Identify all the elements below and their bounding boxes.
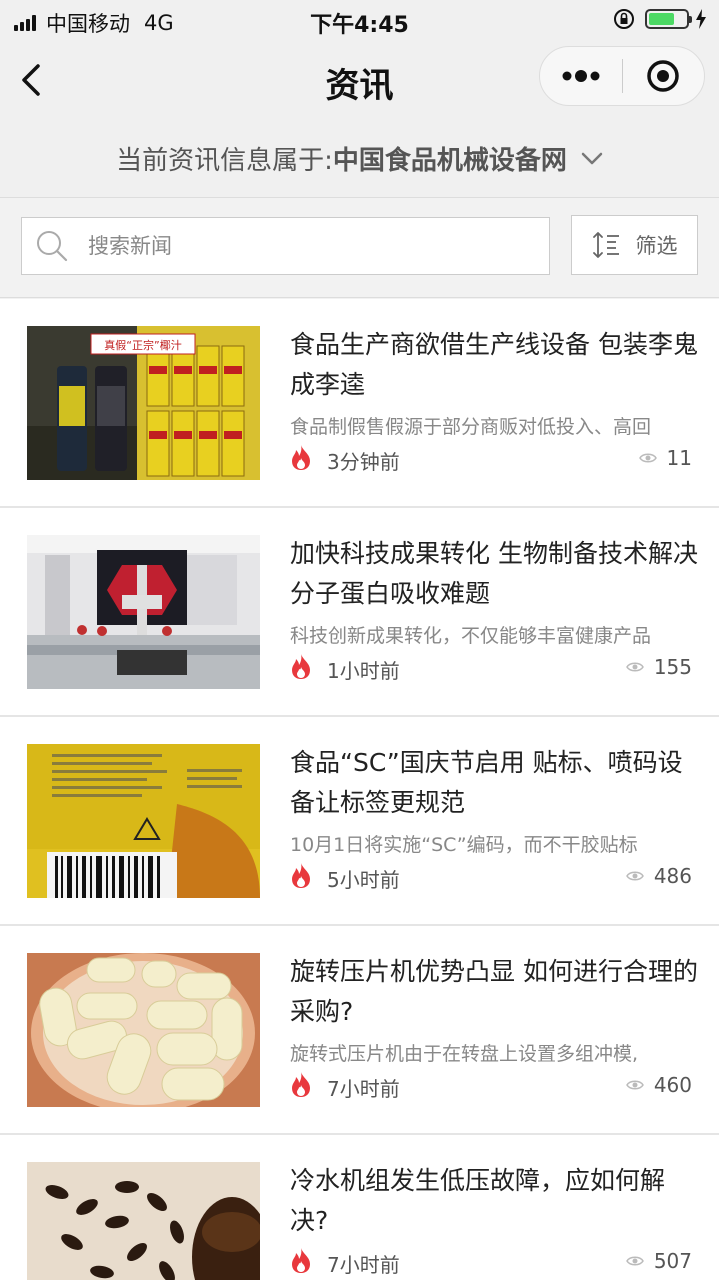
eye-icon [625, 662, 644, 672]
search-row: 筛选 [0, 198, 719, 298]
mini-program-capsule [539, 46, 705, 106]
filter-button[interactable]: 筛选 [571, 215, 698, 275]
thumb-banner-text: 真假“正宗”椰汁 [104, 338, 181, 352]
news-time: 5小时前 [327, 868, 400, 892]
status-right [613, 8, 707, 30]
site-selector[interactable]: 当前资讯信息属于: 中国食品机械设备网 [0, 120, 719, 198]
news-list: 真假“正宗”椰汁 食品生产商欲借生产线设备 包装李鬼成李逵 食品制假售假源于部分… [0, 299, 719, 1280]
view-count-value: 11 [666, 446, 692, 470]
news-thumbnail[interactable] [27, 535, 260, 689]
news-item[interactable]: 食品“SC”国庆节启用 贴标、喷码设备让标签更规范 10月1日将实施“SC”编码… [0, 717, 719, 926]
food-label-barcode-image [27, 744, 260, 898]
battery-level [649, 13, 675, 25]
fire-icon [292, 1072, 310, 1097]
news-summary: 食品制假售假源于部分商贩对低投入、高回 [290, 416, 652, 438]
eye-icon [638, 453, 657, 463]
news-title[interactable]: 冷水机组发生低压故障，应如何解决? [290, 1161, 700, 1241]
softgel-capsules-image [27, 1162, 260, 1280]
status-time: 下午4:45 [310, 13, 409, 38]
news-item[interactable]: 冷水机组发生低压故障，应如何解决? 7小时前 507 [0, 1135, 719, 1280]
search-icon [37, 231, 68, 262]
view-count-value: 486 [653, 864, 692, 888]
news-title[interactable]: 食品生产商欲借生产线设备 包装李鬼成李逵 [290, 325, 700, 405]
news-item[interactable]: 真假“正宗”椰汁 食品生产商欲借生产线设备 包装李鬼成李逵 食品制假售假源于部分… [0, 299, 719, 508]
target-close-icon [647, 60, 679, 92]
news-thumbnail[interactable] [27, 744, 260, 898]
news-summary: 科技创新成果转化，不仅能够丰富健康产品 [290, 625, 652, 647]
more-button[interactable] [540, 47, 622, 105]
view-count: 460 [625, 1073, 692, 1097]
news-meta: 7小时前 507 [290, 1247, 692, 1277]
view-count: 11 [638, 446, 692, 470]
news-meta: 5小时前 486 [290, 862, 692, 892]
view-count: 155 [625, 655, 692, 679]
eye-icon [625, 1080, 644, 1090]
view-count-value: 460 [653, 1073, 692, 1097]
news-title[interactable]: 食品“SC”国庆节启用 贴标、喷码设备让标签更规范 [290, 743, 700, 823]
news-summary: 10月1日将实施“SC”编码，而不干胶贴标 [290, 834, 638, 856]
fire-icon [292, 445, 310, 470]
news-title[interactable]: 旋转压片机优势凸显 如何进行合理的采购? [290, 952, 700, 1032]
news-time: 7小时前 [327, 1077, 400, 1101]
news-time: 7小时前 [327, 1253, 400, 1277]
view-count-value: 507 [653, 1249, 692, 1273]
news-thumbnail[interactable]: 真假“正宗”椰汁 [27, 326, 260, 480]
filter-label: 筛选 [635, 234, 678, 258]
news-meta: 7小时前 460 [290, 1071, 692, 1101]
rotation-lock-icon [614, 9, 634, 29]
search-box[interactable] [21, 217, 550, 275]
eye-icon [625, 1256, 644, 1266]
chevron-down-icon [581, 152, 603, 164]
news-time: 1小时前 [327, 659, 400, 683]
coconut-juice-cans-image: 真假“正宗”椰汁 [27, 326, 260, 480]
fire-icon [292, 1248, 310, 1273]
site-prefix: 当前资讯信息属于: [116, 146, 333, 176]
status-bar: 中国移动 4G 下午4:45 [0, 0, 719, 40]
news-title[interactable]: 加快科技成果转化 生物制备技术解决分子蛋白吸收难题 [290, 534, 700, 614]
sort-icon [592, 232, 619, 258]
fire-icon [292, 654, 310, 679]
nav-bar: 资讯 [0, 40, 719, 120]
news-summary: 旋转式压片机由于在转盘上设置多组冲模, [290, 1043, 639, 1065]
news-item[interactable]: 加快科技成果转化 生物制备技术解决分子蛋白吸收难题 科技创新成果转化，不仅能够丰… [0, 508, 719, 717]
news-item[interactable]: 旋转压片机优势凸显 如何进行合理的采购? 旋转式压片机由于在转盘上设置多组冲模,… [0, 926, 719, 1135]
robot-arm-exhibition-image [27, 535, 260, 689]
eye-icon [625, 871, 644, 881]
view-count: 507 [625, 1249, 692, 1273]
battery-icon [645, 9, 692, 29]
view-count: 486 [625, 864, 692, 888]
news-time: 3分钟前 [327, 450, 400, 474]
more-dots-icon [562, 70, 600, 82]
tablets-in-bowl-image [27, 953, 260, 1107]
news-thumbnail[interactable] [27, 953, 260, 1107]
news-thumbnail[interactable] [27, 1162, 260, 1280]
search-input[interactable] [88, 234, 508, 258]
fire-icon [292, 863, 310, 888]
charging-bolt-icon [696, 9, 706, 29]
close-button[interactable] [623, 47, 705, 105]
site-name: 中国食品机械设备网 [332, 146, 567, 176]
news-meta: 3分钟前 11 [290, 444, 692, 474]
view-count-value: 155 [653, 655, 692, 679]
news-meta: 1小时前 155 [290, 653, 692, 683]
